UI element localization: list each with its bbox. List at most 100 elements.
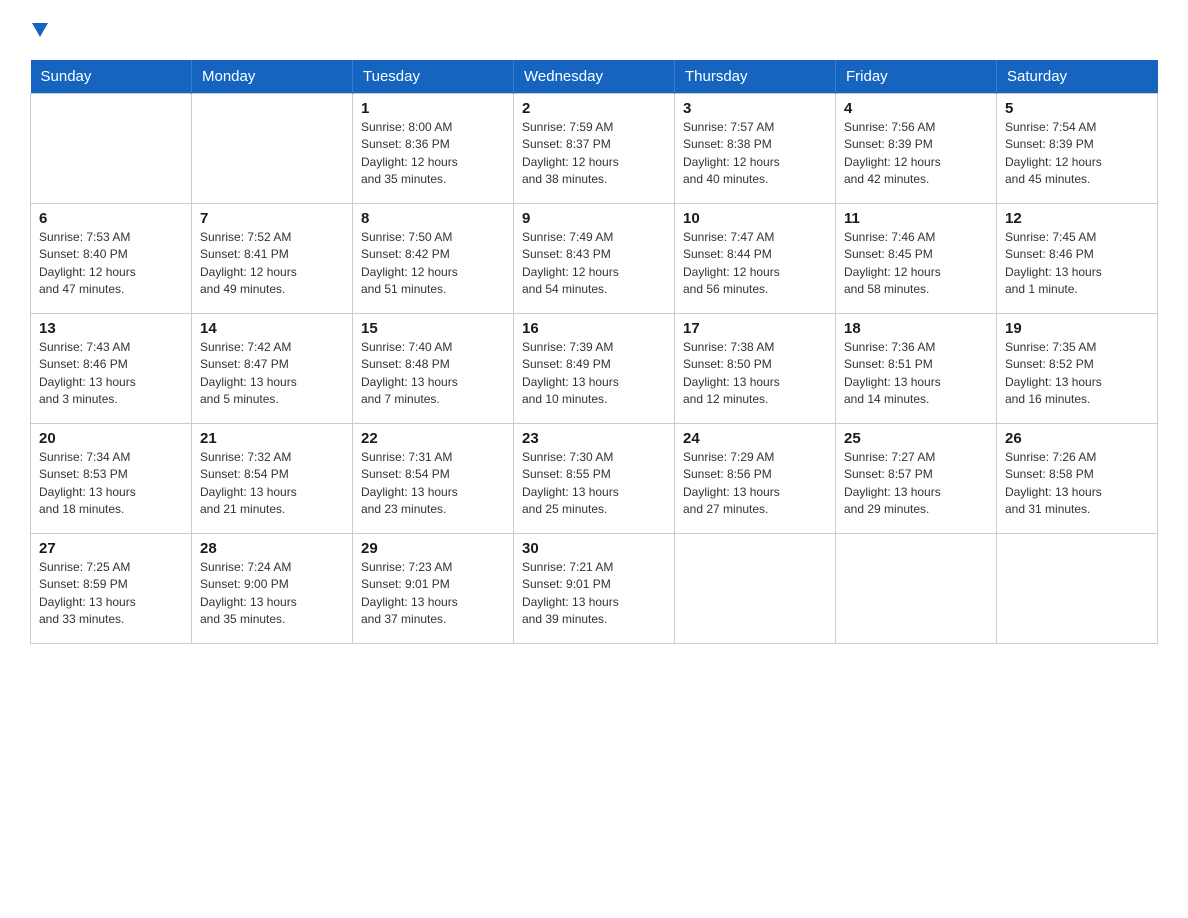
day-info: Sunrise: 7:34 AM Sunset: 8:53 PM Dayligh… — [39, 449, 183, 519]
calendar-cell — [192, 94, 353, 204]
calendar-cell: 28 Sunrise: 7:24 AM Sunset: 9:00 PM Dayli… — [192, 534, 353, 644]
calendar-cell: 3 Sunrise: 7:57 AM Sunset: 8:38 PM Daylig… — [675, 94, 836, 204]
calendar-cell — [836, 534, 997, 644]
day-number: 29 — [361, 540, 505, 557]
calendar-cell: 11 Sunrise: 7:46 AM Sunset: 8:45 PM Dayli… — [836, 204, 997, 314]
day-info: Sunrise: 7:53 AM Sunset: 8:40 PM Dayligh… — [39, 229, 183, 299]
calendar-cell: 16 Sunrise: 7:39 AM Sunset: 8:49 PM Dayli… — [514, 314, 675, 424]
calendar-cell — [675, 534, 836, 644]
day-number: 20 — [39, 430, 183, 447]
day-number: 18 — [844, 320, 988, 337]
calendar-cell: 20 Sunrise: 7:34 AM Sunset: 8:53 PM Dayli… — [31, 424, 192, 534]
day-info: Sunrise: 7:59 AM Sunset: 8:37 PM Dayligh… — [522, 119, 666, 189]
day-info: Sunrise: 7:30 AM Sunset: 8:55 PM Dayligh… — [522, 449, 666, 519]
calendar-cell: 12 Sunrise: 7:45 AM Sunset: 8:46 PM Dayli… — [997, 204, 1158, 314]
day-number: 21 — [200, 430, 344, 447]
weekday-header: Friday — [836, 60, 997, 94]
day-info: Sunrise: 7:54 AM Sunset: 8:39 PM Dayligh… — [1005, 119, 1149, 189]
day-info: Sunrise: 7:52 AM Sunset: 8:41 PM Dayligh… — [200, 229, 344, 299]
day-info: Sunrise: 7:38 AM Sunset: 8:50 PM Dayligh… — [683, 339, 827, 409]
day-info: Sunrise: 7:56 AM Sunset: 8:39 PM Dayligh… — [844, 119, 988, 189]
day-number: 28 — [200, 540, 344, 557]
calendar-cell: 23 Sunrise: 7:30 AM Sunset: 8:55 PM Dayli… — [514, 424, 675, 534]
page-header — [30, 20, 1158, 44]
day-number: 12 — [1005, 210, 1149, 227]
day-info: Sunrise: 7:50 AM Sunset: 8:42 PM Dayligh… — [361, 229, 505, 299]
calendar-cell: 27Sunrise: 7:25 AM Sunset: 8:59 PM Dayli… — [31, 534, 192, 644]
calendar-row: 20 Sunrise: 7:34 AM Sunset: 8:53 PM Dayli… — [31, 424, 1158, 534]
day-info: Sunrise: 7:31 AM Sunset: 8:54 PM Dayligh… — [361, 449, 505, 519]
calendar-cell: 25 Sunrise: 7:27 AM Sunset: 8:57 PM Dayli… — [836, 424, 997, 534]
day-number: 30 — [522, 540, 666, 557]
day-number: 25 — [844, 430, 988, 447]
calendar-row: 6 Sunrise: 7:53 AM Sunset: 8:40 PM Daylig… — [31, 204, 1158, 314]
day-info: Sunrise: 7:25 AM Sunset: 8:59 PM Dayligh… — [39, 559, 183, 629]
day-info: Sunrise: 7:36 AM Sunset: 8:51 PM Dayligh… — [844, 339, 988, 409]
calendar-cell — [31, 94, 192, 204]
calendar-cell: 15Sunrise: 7:40 AM Sunset: 8:48 PM Dayli… — [353, 314, 514, 424]
day-number: 14 — [200, 320, 344, 337]
weekday-header: Tuesday — [353, 60, 514, 94]
calendar-cell: 18 Sunrise: 7:36 AM Sunset: 8:51 PM Dayli… — [836, 314, 997, 424]
calendar-cell: 5 Sunrise: 7:54 AM Sunset: 8:39 PM Daylig… — [997, 94, 1158, 204]
calendar-cell: 14 Sunrise: 7:42 AM Sunset: 8:47 PM Dayli… — [192, 314, 353, 424]
day-number: 17 — [683, 320, 827, 337]
day-number: 7 — [200, 210, 344, 227]
calendar-cell: 6 Sunrise: 7:53 AM Sunset: 8:40 PM Daylig… — [31, 204, 192, 314]
calendar-cell: 8 Sunrise: 7:50 AM Sunset: 8:42 PM Daylig… — [353, 204, 514, 314]
day-number: 8 — [361, 210, 505, 227]
calendar-cell: 9 Sunrise: 7:49 AM Sunset: 8:43 PM Daylig… — [514, 204, 675, 314]
logo — [30, 20, 48, 44]
day-info: Sunrise: 7:42 AM Sunset: 8:47 PM Dayligh… — [200, 339, 344, 409]
calendar-cell: 10Sunrise: 7:47 AM Sunset: 8:44 PM Dayli… — [675, 204, 836, 314]
calendar-row: 13Sunrise: 7:43 AM Sunset: 8:46 PM Dayli… — [31, 314, 1158, 424]
day-info: Sunrise: 7:45 AM Sunset: 8:46 PM Dayligh… — [1005, 229, 1149, 299]
calendar-cell: 24 Sunrise: 7:29 AM Sunset: 8:56 PM Dayli… — [675, 424, 836, 534]
day-info: Sunrise: 7:23 AM Sunset: 9:01 PM Dayligh… — [361, 559, 505, 629]
logo-text — [30, 20, 48, 48]
day-number: 3 — [683, 100, 827, 117]
calendar-row: 27Sunrise: 7:25 AM Sunset: 8:59 PM Dayli… — [31, 534, 1158, 644]
calendar-cell: 1 Sunrise: 8:00 AM Sunset: 8:36 PM Daylig… — [353, 94, 514, 204]
day-info: Sunrise: 7:35 AM Sunset: 8:52 PM Dayligh… — [1005, 339, 1149, 409]
day-info: Sunrise: 7:57 AM Sunset: 8:38 PM Dayligh… — [683, 119, 827, 189]
day-info: Sunrise: 8:00 AM Sunset: 8:36 PM Dayligh… — [361, 119, 505, 189]
day-number: 6 — [39, 210, 183, 227]
day-info: Sunrise: 7:26 AM Sunset: 8:58 PM Dayligh… — [1005, 449, 1149, 519]
day-info: Sunrise: 7:40 AM Sunset: 8:48 PM Dayligh… — [361, 339, 505, 409]
day-number: 24 — [683, 430, 827, 447]
day-number: 22 — [361, 430, 505, 447]
calendar-cell: 19Sunrise: 7:35 AM Sunset: 8:52 PM Dayli… — [997, 314, 1158, 424]
day-info: Sunrise: 7:46 AM Sunset: 8:45 PM Dayligh… — [844, 229, 988, 299]
day-number: 9 — [522, 210, 666, 227]
weekday-header: Monday — [192, 60, 353, 94]
header-row: SundayMondayTuesdayWednesdayThursdayFrid… — [31, 60, 1158, 94]
calendar-cell: 13Sunrise: 7:43 AM Sunset: 8:46 PM Dayli… — [31, 314, 192, 424]
day-info: Sunrise: 7:49 AM Sunset: 8:43 PM Dayligh… — [522, 229, 666, 299]
calendar-row: 1 Sunrise: 8:00 AM Sunset: 8:36 PM Daylig… — [31, 94, 1158, 204]
calendar-cell: 22 Sunrise: 7:31 AM Sunset: 8:54 PM Dayli… — [353, 424, 514, 534]
day-info: Sunrise: 7:43 AM Sunset: 8:46 PM Dayligh… — [39, 339, 183, 409]
day-info: Sunrise: 7:32 AM Sunset: 8:54 PM Dayligh… — [200, 449, 344, 519]
calendar-cell: 26Sunrise: 7:26 AM Sunset: 8:58 PM Dayli… — [997, 424, 1158, 534]
day-number: 16 — [522, 320, 666, 337]
day-info: Sunrise: 7:29 AM Sunset: 8:56 PM Dayligh… — [683, 449, 827, 519]
calendar-cell: 21 Sunrise: 7:32 AM Sunset: 8:54 PM Dayli… — [192, 424, 353, 534]
calendar-table: SundayMondayTuesdayWednesdayThursdayFrid… — [30, 60, 1158, 644]
day-number: 23 — [522, 430, 666, 447]
day-number: 10 — [683, 210, 827, 227]
weekday-header: Saturday — [997, 60, 1158, 94]
day-number: 4 — [844, 100, 988, 117]
day-info: Sunrise: 7:27 AM Sunset: 8:57 PM Dayligh… — [844, 449, 988, 519]
weekday-header: Sunday — [31, 60, 192, 94]
day-info: Sunrise: 7:24 AM Sunset: 9:00 PM Dayligh… — [200, 559, 344, 629]
calendar-cell: 30 Sunrise: 7:21 AM Sunset: 9:01 PM Dayli… — [514, 534, 675, 644]
day-info: Sunrise: 7:39 AM Sunset: 8:49 PM Dayligh… — [522, 339, 666, 409]
calendar-cell: 7 Sunrise: 7:52 AM Sunset: 8:41 PM Daylig… — [192, 204, 353, 314]
day-number: 11 — [844, 210, 988, 227]
day-info: Sunrise: 7:21 AM Sunset: 9:01 PM Dayligh… — [522, 559, 666, 629]
day-number: 1 — [361, 100, 505, 117]
logo-arrow-icon — [32, 23, 48, 43]
calendar-header: SundayMondayTuesdayWednesdayThursdayFrid… — [31, 60, 1158, 94]
day-number: 5 — [1005, 100, 1149, 117]
